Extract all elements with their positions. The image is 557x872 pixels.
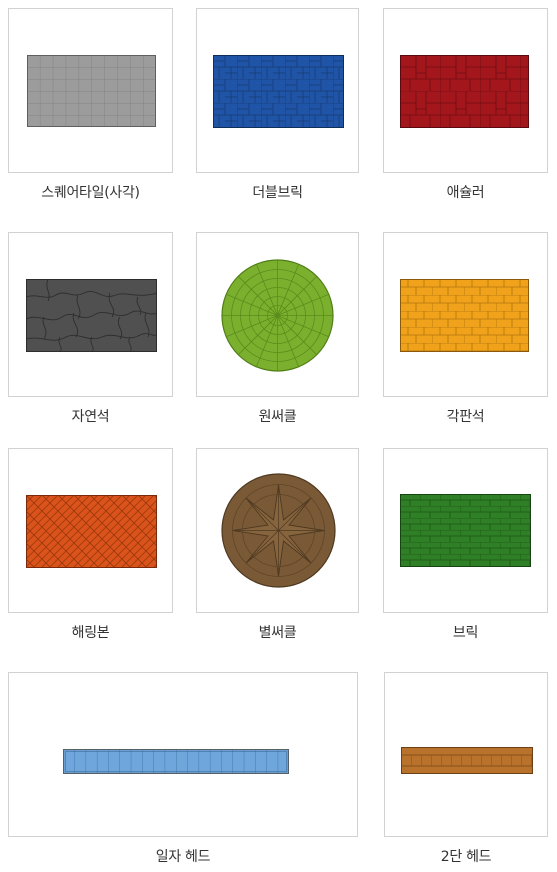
- pattern-thumbnail[interactable]: [383, 232, 548, 397]
- pattern-thumbnail[interactable]: [8, 232, 173, 397]
- double-brick-swatch: [213, 55, 344, 128]
- pattern-item-star-circle[interactable]: 별써클: [196, 448, 359, 648]
- pattern-item-herringbone[interactable]: 해링본: [8, 448, 173, 648]
- pattern-thumbnail[interactable]: [384, 672, 548, 837]
- pattern-thumbnail[interactable]: [383, 448, 548, 613]
- pattern-thumbnail[interactable]: [8, 8, 173, 173]
- pattern-label: 2단 헤드: [440, 849, 492, 865]
- pattern-thumbnail[interactable]: [196, 232, 359, 397]
- pattern-item-ashlar[interactable]: 애슐러: [383, 8, 548, 208]
- pattern-label: 자연석: [71, 409, 110, 425]
- ashlar-swatch: [400, 55, 529, 128]
- star-circle-swatch: [221, 473, 336, 588]
- herringbone-swatch: [26, 495, 157, 568]
- one-circle-swatch: [221, 259, 334, 372]
- pattern-item-double-brick[interactable]: 더블브릭: [196, 8, 359, 208]
- pattern-item-one-circle[interactable]: 원써클: [196, 232, 359, 432]
- pattern-item-square-tile[interactable]: 스퀘어타일(사각): [8, 8, 173, 208]
- straight-head-swatch: [63, 749, 289, 774]
- natural-stone-swatch: [26, 279, 157, 352]
- pattern-item-flagstone[interactable]: 각판석: [383, 232, 548, 432]
- pattern-thumbnail[interactable]: [8, 672, 358, 837]
- pattern-label: 각판석: [446, 409, 485, 425]
- brick-swatch: [400, 494, 531, 567]
- pattern-item-natural-stone[interactable]: 자연석: [8, 232, 173, 432]
- two-row-head-swatch: [401, 747, 533, 774]
- pattern-label: 해링본: [71, 625, 110, 641]
- pattern-thumbnail[interactable]: [383, 8, 548, 173]
- pattern-label: 원써클: [258, 409, 297, 425]
- pattern-thumbnail[interactable]: [196, 448, 359, 613]
- pattern-thumbnail[interactable]: [8, 448, 173, 613]
- pattern-item-two-row-head[interactable]: 2단 헤드: [384, 672, 548, 868]
- pattern-label: 브릭: [452, 625, 479, 641]
- pattern-item-brick[interactable]: 브릭: [383, 448, 548, 648]
- pattern-label: 별써클: [258, 625, 297, 641]
- pattern-label: 일자 헤드: [155, 849, 211, 865]
- pattern-label: 스퀘어타일(사각): [41, 185, 140, 201]
- square-tile-swatch: [27, 55, 156, 127]
- pattern-item-straight-head[interactable]: 일자 헤드: [8, 672, 358, 868]
- pattern-label: 애슐러: [446, 185, 485, 201]
- pattern-thumbnail[interactable]: [196, 8, 359, 173]
- pattern-label: 더블브릭: [252, 185, 303, 201]
- flagstone-swatch: [400, 279, 529, 352]
